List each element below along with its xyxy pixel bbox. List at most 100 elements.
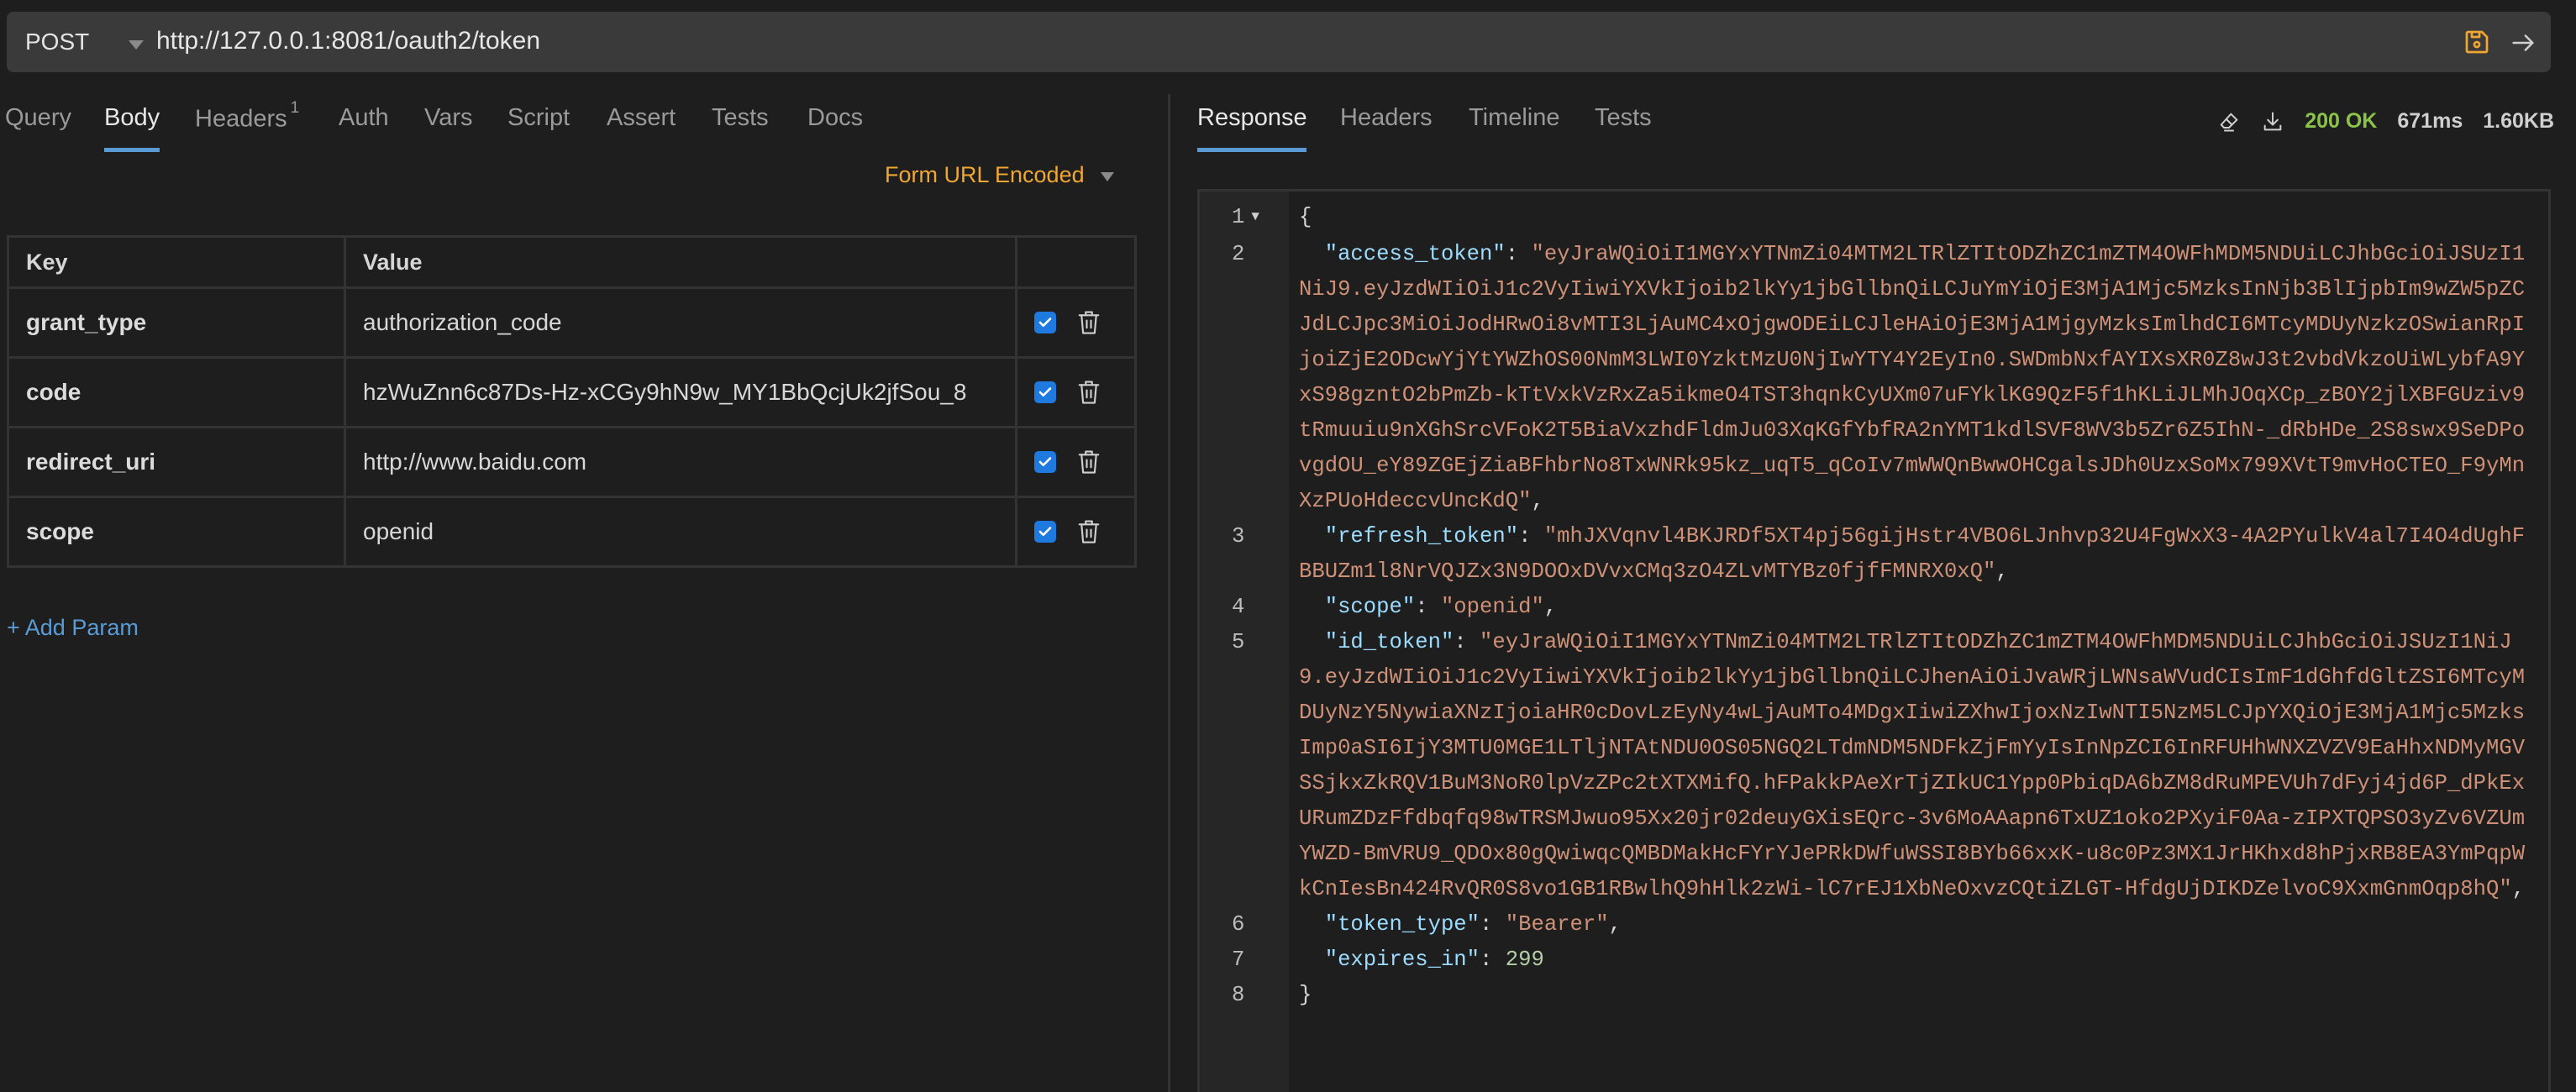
param-key[interactable]: grant_type [7, 286, 346, 359]
table-row: scope openid [7, 496, 1137, 568]
line-number: 4 [1232, 595, 1245, 619]
column-header-value: Value [344, 235, 1017, 289]
line-content: "token_type": "Bearer", [1289, 907, 2548, 942]
param-actions-wrap [1019, 448, 1133, 476]
line-content: "access_token": "eyJraWQiOiI1MGYxYTNmZi0… [1289, 237, 2548, 519]
tab-tests[interactable]: Tests [712, 104, 769, 132]
headers-count-badge: 1 [290, 99, 300, 117]
comma: , [1608, 912, 1622, 937]
line-number: 7 [1232, 948, 1245, 972]
response-meta: 200 OK 671ms 1.60KB [2217, 109, 2554, 134]
column-header-key: Key [7, 235, 346, 289]
json-string: "eyJraWQiOiI1MGYxYTNmZi04MTM2LTRlZTItODZ… [1299, 630, 2526, 901]
line-content: } [1289, 978, 2548, 1013]
fold-caret-icon[interactable]: ▼ [1251, 209, 1259, 224]
json-code: 1 ▼ {2 "access_token": "eyJraWQiOiI1MGYxYT… [1200, 200, 2548, 1013]
tab-vars[interactable]: Vars [424, 104, 472, 132]
method-select[interactable]: POST [25, 29, 89, 55]
param-key[interactable]: redirect_uri [7, 426, 346, 498]
comma: , [1995, 559, 2009, 584]
tab-query[interactable]: Query [5, 104, 71, 132]
trash-icon[interactable] [1076, 378, 1101, 407]
param-actions [1015, 356, 1137, 428]
active-response-tab-indicator [1197, 148, 1306, 152]
response-body-viewer[interactable]: 1 ▼ {2 "access_token": "eyJraWQiOiI1MGYxYT… [1197, 189, 2551, 1092]
tab-headers[interactable]: Headers 1 [195, 99, 299, 134]
colon: : [1505, 242, 1532, 266]
line-number: 5 [1232, 630, 1245, 654]
tab-response[interactable]: Response [1197, 104, 1307, 132]
colon: : [1415, 595, 1441, 619]
download-icon[interactable] [2261, 110, 2284, 134]
line-number: 3 [1232, 524, 1245, 549]
param-value-text: hzWuZnn6c87Ds-Hz-xCGy9hN9w_MY1BbQcjUk2jf… [363, 379, 967, 405]
param-actions-wrap [1019, 378, 1133, 407]
colon: : [1518, 524, 1544, 549]
trash-icon[interactable] [1076, 517, 1101, 546]
pane-resize-handle[interactable] [1168, 94, 1170, 1092]
tab-response-tests[interactable]: Tests [1595, 104, 1652, 132]
brace-close: } [1299, 983, 1312, 1007]
param-value-text: http://www.baidu.com [363, 449, 587, 475]
param-value-text: openid [363, 518, 434, 544]
status-code: 200 OK [2305, 109, 2378, 133]
line-number: 1 ▼ [1232, 205, 1259, 229]
line-content: "id_token": "eyJraWQiOiI1MGYxYTNmZi04MTM… [1289, 625, 2548, 907]
tab-docs[interactable]: Docs [807, 104, 863, 132]
param-value[interactable]: authorization_code [344, 286, 1017, 359]
param-enabled-checkbox[interactable] [1034, 312, 1056, 333]
brace-open: { [1299, 205, 1312, 229]
tab-timeline[interactable]: Timeline [1469, 104, 1560, 132]
column-header-actions [1015, 235, 1137, 289]
line-number: 8 [1232, 983, 1245, 1007]
method-caret-icon[interactable] [129, 40, 144, 50]
code-line: 8} [1200, 978, 2548, 1013]
json-key: "scope" [1324, 595, 1416, 619]
trash-icon[interactable] [1076, 308, 1101, 337]
param-enabled-checkbox[interactable] [1034, 521, 1056, 543]
param-value[interactable]: http://www.baidu.com [344, 426, 1017, 498]
tab-response-headers[interactable]: Headers [1340, 104, 1433, 132]
param-actions-wrap [1019, 308, 1133, 337]
body-mode-select[interactable]: Form URL Encoded [885, 162, 1085, 188]
json-string: "openid" [1440, 595, 1544, 619]
code-line: 3 "refresh_token": "mhJXVqnvl4BKJRDf5XT4… [1200, 519, 2548, 590]
table-row: redirect_uri http://www.baidu.com [7, 426, 1137, 498]
code-line: 5 "id_token": "eyJraWQiOiI1MGYxYTNmZi04M… [1200, 625, 2548, 907]
colon: : [1480, 912, 1506, 937]
chevron-down-icon[interactable] [1101, 172, 1114, 181]
add-param-button[interactable]: + Add Param [7, 615, 139, 641]
code-line: 6 "token_type": "Bearer", [1200, 907, 2548, 942]
param-enabled-checkbox[interactable] [1034, 381, 1056, 403]
tab-auth[interactable]: Auth [339, 104, 389, 132]
param-actions [1015, 286, 1137, 359]
param-key[interactable]: scope [7, 496, 346, 568]
param-key[interactable]: code [7, 356, 346, 428]
json-string: "eyJraWQiOiI1MGYxYTNmZi04MTM2LTRlZTItODZ… [1299, 242, 2526, 513]
eraser-icon[interactable] [2217, 110, 2241, 134]
param-value[interactable]: hzWuZnn6c87Ds-Hz-xCGy9hN9w_MY1BbQcjUk2jf… [344, 356, 1017, 428]
param-actions [1015, 426, 1137, 498]
check-icon [1038, 457, 1052, 467]
param-enabled-checkbox[interactable] [1034, 451, 1056, 473]
code-line: 4 "scope": "openid", [1200, 590, 2548, 625]
tab-assert[interactable]: Assert [607, 104, 676, 132]
response-time: 671ms [2397, 109, 2463, 133]
comma: , [2511, 877, 2526, 901]
active-tab-indicator [104, 148, 160, 152]
line-content: "expires_in": 299 [1289, 942, 2548, 978]
send-arrow-icon[interactable] [2509, 29, 2537, 57]
line-number: 6 [1232, 912, 1245, 937]
check-icon [1038, 527, 1052, 537]
json-key: "access_token" [1324, 242, 1506, 266]
tab-script[interactable]: Script [507, 104, 570, 132]
url-input[interactable]: http://127.0.0.1:8081/oauth2/token [156, 27, 540, 55]
tab-body[interactable]: Body [104, 104, 160, 132]
line-content: { [1289, 200, 2548, 237]
param-value[interactable]: openid [344, 496, 1017, 568]
response-size: 1.60KB [2483, 109, 2554, 133]
save-icon[interactable] [2462, 27, 2492, 57]
trash-icon[interactable] [1076, 448, 1101, 476]
